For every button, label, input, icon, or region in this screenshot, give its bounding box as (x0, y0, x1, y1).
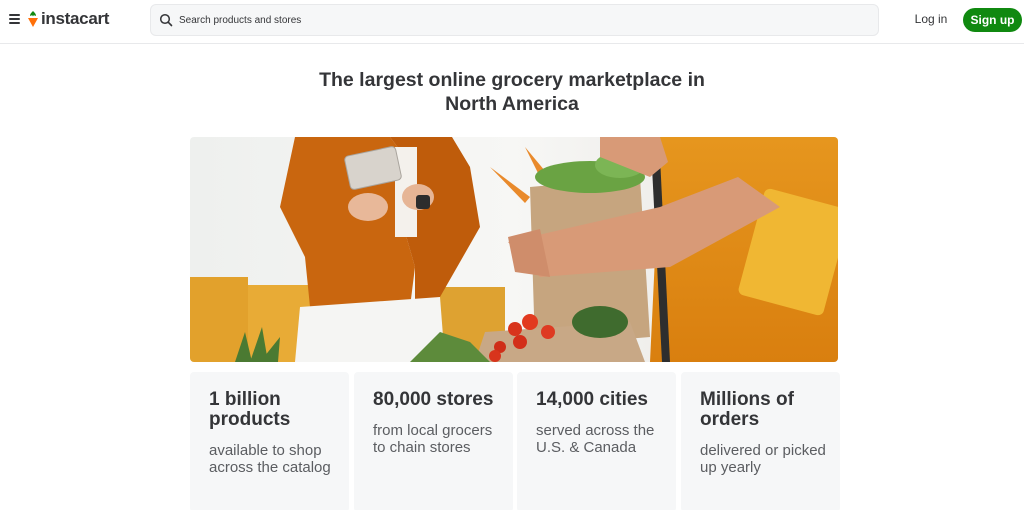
stat-card-products: 1 billion products available to shop acr… (190, 372, 349, 510)
page-headline: The largest online grocery marketplace i… (319, 69, 705, 115)
stat-card-cities: 14,000 cities served across the U.S. & C… (517, 372, 676, 510)
stat-title: Millions of orders (700, 389, 794, 430)
login-button[interactable]: Log in (907, 12, 955, 26)
stat-title: 1 billion products (209, 389, 291, 430)
stat-title: 14,000 cities (536, 389, 648, 410)
grocery-delivery-illustration (190, 137, 838, 362)
search-bar[interactable] (150, 4, 879, 36)
stats-row: 1 billion products available to shop acr… (190, 372, 840, 510)
top-header: instacart Log in Sign up (0, 0, 1024, 44)
stat-title: 80,000 stores (373, 389, 494, 410)
instacart-logo[interactable]: instacart (26, 9, 109, 29)
stat-card-orders: Millions of orders delivered or picked u… (681, 372, 840, 510)
stat-card-stores: 80,000 stores from local grocers to chai… (354, 372, 513, 510)
signup-button[interactable]: Sign up (963, 8, 1022, 32)
search-icon (159, 13, 173, 27)
stat-description: delivered or picked up yearly (700, 442, 826, 476)
stat-description: available to shop across the catalog (209, 442, 331, 476)
carrot-logo-icon (28, 11, 38, 27)
stat-description: from local grocers to chain stores (373, 422, 493, 456)
logo-text: instacart (41, 9, 110, 28)
search-input[interactable] (179, 14, 859, 26)
hamburger-menu-icon[interactable] (9, 14, 20, 24)
hero-image (190, 137, 838, 362)
stat-description: served across the U.S. & Canada (536, 422, 655, 456)
